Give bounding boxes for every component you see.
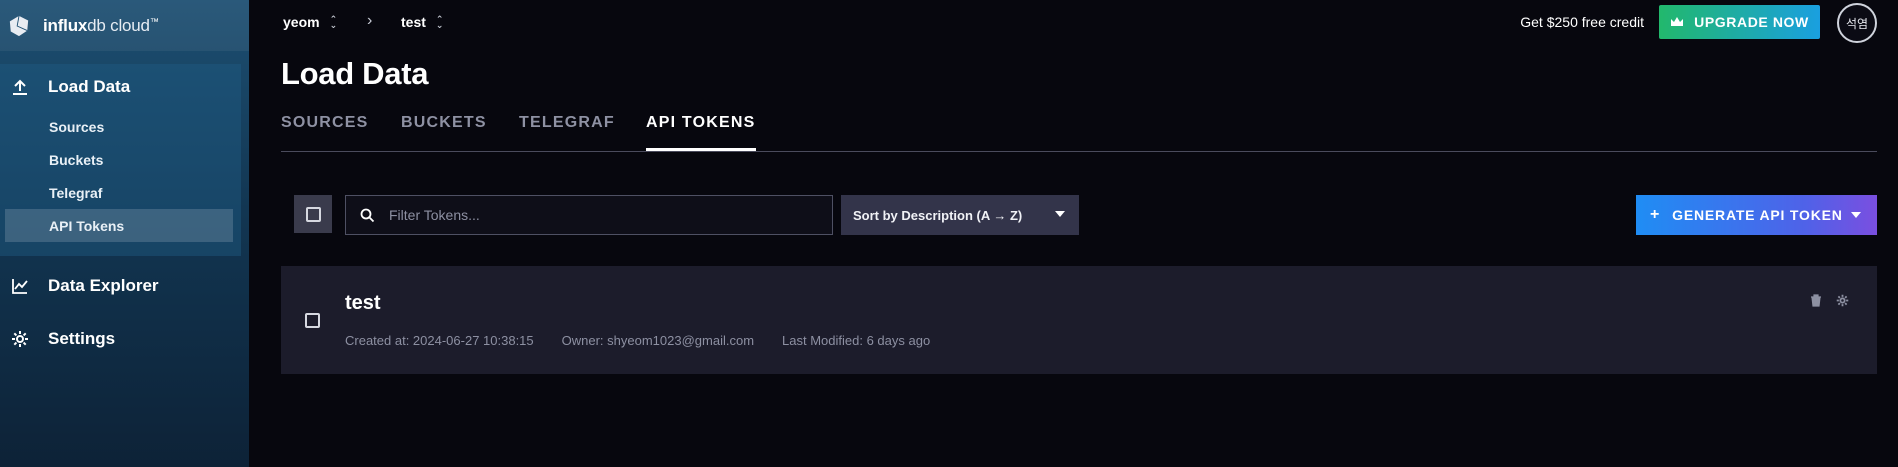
nav-item-settings[interactable]: Settings: [0, 316, 241, 362]
sidebar-item-api-tokens[interactable]: API Tokens: [5, 209, 233, 242]
tab-buckets[interactable]: BUCKETS: [401, 114, 487, 151]
token-actions: [1810, 294, 1849, 307]
sidebar-item-telegraf[interactable]: Telegraf: [0, 176, 241, 209]
upgrade-label: UPGRADE NOW: [1694, 14, 1809, 30]
token-toolbar: Sort by Description (A → Z) + GENERATE A…: [294, 195, 1877, 235]
top-bar: yeom ⌃ ⌄ › test ⌃ ⌄ Get $250 free credit U…: [249, 0, 1898, 44]
caret-down-icon: [1055, 211, 1065, 217]
sidebar-item-sources[interactable]: Sources: [0, 110, 241, 143]
nav-item-load-data[interactable]: Load Data: [0, 64, 241, 110]
nav-group-load-data: Load Data Sources Buckets Telegraf API T…: [0, 64, 241, 256]
chevron-updown-icon: ⌃ ⌄: [329, 14, 338, 30]
nav-item-data-explorer[interactable]: Data Explorer: [0, 263, 241, 309]
upload-icon: [10, 77, 30, 97]
tab-telegraf[interactable]: TELEGRAF: [519, 114, 615, 151]
token-card[interactable]: test Created at: 2024-06-27 10:38:15 Own…: [281, 266, 1877, 374]
sidebar: influxdb cloud™ Load Data Sources Bucket…: [0, 0, 249, 467]
chart-line-icon: [10, 276, 30, 296]
brand-name: influxdb cloud™: [43, 15, 159, 35]
tab-api-tokens[interactable]: API TOKENS: [646, 114, 756, 151]
influxdb-logo-icon: [9, 15, 29, 36]
token-meta: Created at: 2024-06-27 10:38:15 Owner: s…: [345, 333, 930, 348]
free-credit-link[interactable]: Get $250 free credit: [1520, 14, 1644, 30]
token-created: Created at: 2024-06-27 10:38:15: [345, 333, 534, 348]
checkbox-square-icon: [305, 206, 321, 222]
nav-label-load-data: Load Data: [48, 77, 131, 96]
sort-label: Sort by Description (A → Z): [853, 207, 1023, 223]
user-avatar[interactable]: 석염: [1837, 3, 1877, 43]
chevron-updown-icon: ⌃ ⌄: [435, 14, 444, 30]
upgrade-now-button[interactable]: UPGRADE NOW: [1659, 5, 1820, 39]
token-modified: Last Modified: 6 days ago: [782, 333, 931, 348]
token-owner: Owner: shyeom1023@gmail.com: [561, 333, 755, 348]
nav-label-settings: Settings: [48, 329, 116, 348]
filter-tokens-input[interactable]: [389, 207, 809, 223]
load-data-submenu: Sources Buckets Telegraf API Tokens: [0, 110, 241, 242]
search-icon: [360, 208, 375, 222]
search-box: [345, 195, 833, 235]
select-all-checkbox[interactable]: [294, 195, 332, 233]
org-switcher[interactable]: yeom ⌃ ⌄: [283, 14, 337, 30]
gear-icon[interactable]: [1836, 294, 1849, 307]
token-select-checkbox[interactable]: [305, 313, 320, 328]
caret-down-icon: [1851, 212, 1861, 218]
sort-dropdown[interactable]: Sort by Description (A → Z): [841, 195, 1079, 235]
generate-label: GENERATE API TOKEN: [1672, 207, 1843, 223]
plus-icon: +: [1650, 206, 1661, 223]
tab-sources[interactable]: SOURCES: [281, 114, 369, 151]
generate-api-token-button[interactable]: + GENERATE API TOKEN: [1636, 195, 1877, 235]
sidebar-item-buckets[interactable]: Buckets: [0, 143, 241, 176]
breadcrumb-separator-icon: ›: [367, 12, 373, 29]
brand[interactable]: influxdb cloud™: [0, 0, 249, 51]
page-title: Load Data: [281, 56, 429, 91]
bucket-name: test: [401, 14, 426, 30]
tab-bar: SOURCES BUCKETS TELEGRAF API TOKENS: [281, 110, 1877, 152]
bucket-switcher[interactable]: test ⌃ ⌄: [401, 14, 443, 30]
token-name[interactable]: test: [345, 292, 381, 315]
trash-icon[interactable]: [1810, 294, 1822, 307]
org-name: yeom: [283, 14, 320, 30]
gear-icon: [10, 329, 30, 349]
crown-icon: [1671, 17, 1684, 26]
nav-label-data-explorer: Data Explorer: [48, 276, 159, 295]
